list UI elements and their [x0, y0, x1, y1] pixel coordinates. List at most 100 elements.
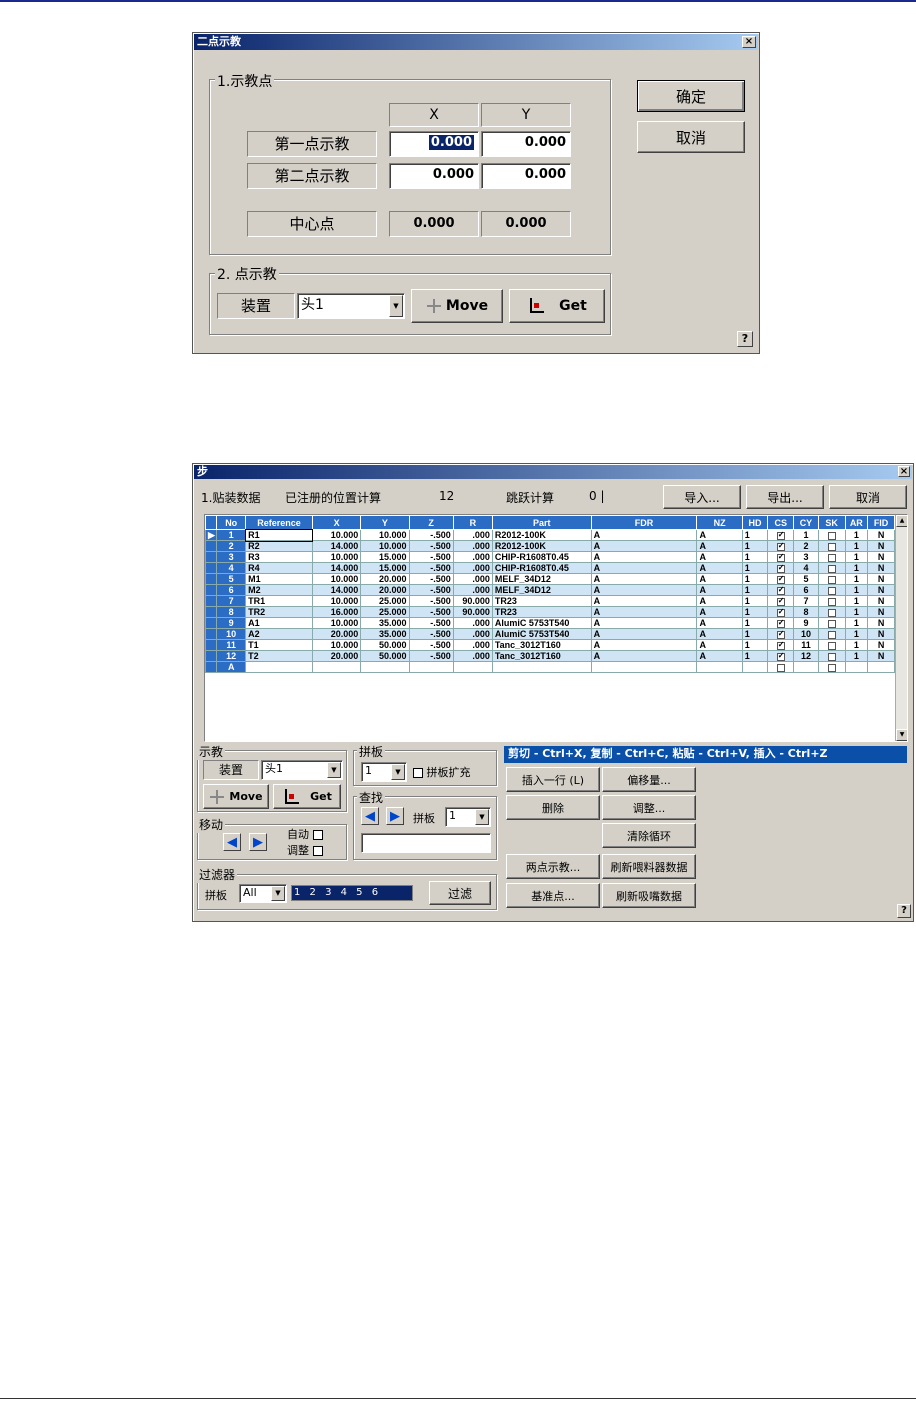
z-cell[interactable]: -.500 — [408, 562, 454, 574]
y-cell[interactable]: 10.000 — [360, 540, 410, 552]
reference-cell[interactable]: R3 — [245, 551, 313, 563]
hd-cell[interactable]: 1 — [741, 617, 769, 629]
part-cell[interactable]: CHIP-R1608T0.45 — [491, 551, 592, 563]
checkbox[interactable] — [827, 663, 836, 672]
row-selector[interactable] — [205, 628, 218, 640]
cs-checkbox[interactable] — [776, 542, 785, 551]
table-row[interactable]: 7TR110.00025.000-.50090.000TR23AA171N — [205, 595, 895, 607]
fdr-cell[interactable]: A — [590, 617, 698, 629]
adjust-button[interactable]: 调整... — [602, 795, 696, 820]
cy-cell[interactable]: 8 — [793, 606, 819, 618]
reference-cell[interactable]: R1 — [244, 528, 314, 542]
cy-cell[interactable]: 2 — [793, 540, 819, 552]
delete-button[interactable]: 删除 — [506, 795, 600, 820]
ar-cell[interactable]: 1 — [844, 584, 869, 596]
clear-loop-button[interactable]: 清除循环 — [602, 823, 696, 848]
adjust-checkbox[interactable] — [312, 846, 323, 856]
x-cell[interactable]: 14.000 — [311, 584, 362, 596]
sk-checkbox[interactable] — [827, 652, 836, 661]
column-header[interactable]: Z — [408, 515, 454, 530]
row-selector[interactable] — [205, 573, 218, 585]
y-cell[interactable]: 15.000 — [360, 562, 410, 574]
row-selector[interactable] — [205, 595, 218, 607]
ar-cell[interactable]: 1 — [844, 551, 869, 563]
column-header[interactable]: R — [452, 515, 493, 530]
row-selector[interactable] — [205, 650, 218, 662]
hd-cell[interactable]: 1 — [741, 540, 769, 552]
y-cell[interactable]: 50.000 — [360, 639, 410, 651]
row-selector[interactable] — [205, 617, 218, 629]
r-cell[interactable]: 90.000 — [452, 606, 493, 618]
fdr-cell[interactable]: A — [590, 595, 698, 607]
nz-cell[interactable]: A — [696, 595, 743, 607]
part-cell[interactable]: R2012-100K — [491, 540, 592, 552]
ok-button[interactable]: 确定 — [637, 80, 745, 112]
cs-cell[interactable] — [767, 584, 795, 596]
close-icon[interactable]: × — [742, 36, 756, 48]
sk-checkbox[interactable] — [827, 608, 836, 617]
sk-checkbox[interactable] — [827, 641, 836, 650]
nz-cell[interactable]: A — [696, 551, 743, 563]
two-point-teach-button[interactable]: 两点示教... — [506, 854, 600, 879]
cs-cell[interactable] — [767, 628, 795, 640]
column-header[interactable]: FID — [867, 515, 895, 530]
column-header[interactable]: HD — [741, 515, 769, 530]
ar-cell[interactable]: 1 — [844, 595, 869, 607]
sk-cell[interactable] — [817, 584, 846, 596]
fid-cell[interactable]: N — [867, 639, 895, 651]
x-cell[interactable]: 10.000 — [311, 573, 362, 585]
hd-cell[interactable]: 1 — [741, 529, 769, 541]
sk-cell[interactable] — [817, 573, 846, 585]
cs-checkbox[interactable] — [776, 619, 785, 628]
column-header[interactable]: No — [216, 515, 247, 530]
x-cell[interactable]: 10.000 — [311, 529, 362, 541]
cs-checkbox[interactable] — [776, 630, 785, 639]
cs-checkbox[interactable] — [776, 641, 785, 650]
nz-cell[interactable]: A — [696, 540, 743, 552]
empty-cell[interactable] — [408, 661, 454, 673]
empty-cell[interactable] — [590, 661, 698, 673]
cy-cell[interactable]: 9 — [793, 617, 819, 629]
fid-cell[interactable]: N — [867, 595, 895, 607]
part-cell[interactable]: TR23 — [491, 606, 592, 618]
cancel-button[interactable]: 取消 — [829, 485, 907, 509]
new-row[interactable]: A — [205, 661, 895, 673]
empty-cell[interactable] — [245, 661, 313, 673]
sk-cell[interactable] — [817, 529, 846, 541]
cy-cell[interactable]: 11 — [793, 639, 819, 651]
x-cell[interactable]: 20.000 — [311, 628, 362, 640]
fdr-cell[interactable]: A — [590, 650, 698, 662]
fid-cell[interactable]: N — [867, 606, 895, 618]
column-header[interactable]: NZ — [696, 515, 743, 530]
fid-cell[interactable]: N — [867, 540, 895, 552]
sk-checkbox[interactable] — [827, 564, 836, 573]
cs-checkbox[interactable] — [776, 564, 785, 573]
fid-cell[interactable]: N — [867, 650, 895, 662]
cs-cell[interactable] — [767, 639, 795, 651]
table-row[interactable]: 12 T2 20.000 50.000 -.500.000 Tanc_3012T160 A A… — [205, 650, 895, 662]
nz-cell[interactable]: A — [696, 617, 743, 629]
sk-checkbox[interactable] — [827, 630, 836, 639]
r-cell[interactable]: .000 — [452, 617, 493, 629]
empty-cell[interactable] — [867, 661, 895, 673]
second-point-y-input[interactable]: 0.000 — [481, 163, 571, 189]
z-cell[interactable]: -.500 — [408, 639, 454, 651]
column-header[interactable]: FDR — [590, 515, 698, 530]
x-cell[interactable]: 10.000 — [311, 595, 362, 607]
nz-cell[interactable]: A — [696, 573, 743, 585]
fdr-cell[interactable]: A — [590, 573, 698, 585]
cs-cell[interactable] — [767, 551, 795, 563]
y-cell[interactable]: 20.000 — [360, 573, 410, 585]
nz-cell[interactable]: A — [696, 650, 743, 662]
empty-cell[interactable] — [452, 661, 493, 673]
nz-cell[interactable]: A — [696, 606, 743, 618]
sk-cell[interactable] — [817, 606, 846, 618]
row-selector[interactable] — [205, 584, 218, 596]
table-row[interactable]: 4 R4 14.000 15.000 -.500.000 CHIP-R1608T0.45 A… — [205, 562, 895, 574]
hd-cell[interactable]: 1 — [741, 628, 769, 640]
z-cell[interactable]: -.500 — [408, 529, 454, 541]
z-cell[interactable]: -.500 — [408, 540, 454, 552]
sk-checkbox[interactable] — [827, 542, 836, 551]
x-cell[interactable]: 16.000 — [311, 606, 362, 618]
empty-cell[interactable] — [844, 661, 869, 673]
